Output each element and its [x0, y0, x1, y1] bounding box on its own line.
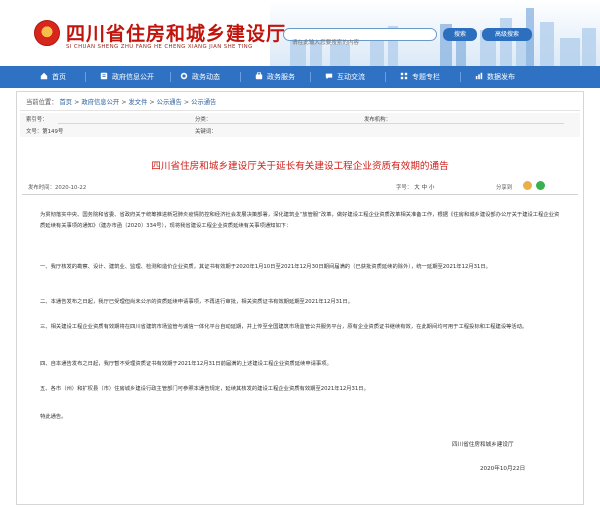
article-sign-date: 2020年10月22日: [480, 466, 526, 472]
paragraph-text: 一、我厅核发的勘察、设计、建筑业、监理、检测和造价企业资质，其证书有效期于202…: [40, 264, 491, 270]
breadcrumb-separator: >: [149, 99, 157, 106]
breadcrumb-item-notices-current[interactable]: 公示通告: [191, 99, 216, 106]
nav-item-gov-service[interactable]: 政务服务: [255, 66, 295, 88]
service-icon: [255, 72, 263, 80]
meta-docno-value: 第149号: [42, 129, 64, 135]
font-size-control: 字号：大中小: [396, 183, 434, 191]
meta-keywords: 关键词：: [195, 127, 217, 135]
main-nav: 首页 政府信息公开 政务动态 政务服务 互动交流 专题专栏 数据发布: [0, 66, 600, 88]
data-icon: [475, 72, 483, 80]
nav-divider: [170, 72, 171, 82]
breadcrumb-item-home[interactable]: 首页: [60, 99, 73, 106]
article-paragraph: 三、相关建设工程企业资质有效期将在四川省建筑市场监管与诚信一体化平台自动延期，并…: [40, 322, 560, 333]
publish-label: 发布时间：: [28, 185, 55, 191]
font-size-medium[interactable]: 中: [422, 185, 427, 191]
nav-divider: [85, 72, 86, 82]
article-paragraph: 一、我厅核发的勘察、设计、建筑业、监理、检测和造价企业资质，其证书有效期于202…: [40, 262, 560, 273]
info-icon: [100, 72, 108, 80]
article-signature: 四川省住房和城乡建设厅: [452, 442, 514, 448]
nav-divider: [385, 72, 386, 82]
nav-divider: [310, 72, 311, 82]
nav-item-topics[interactable]: 专题专栏: [400, 66, 440, 88]
breadcrumb-item-notices[interactable]: 公示通告: [157, 99, 182, 106]
share-label: 分享到: [496, 185, 513, 191]
article-paragraph: 五、各市（州）和扩权县（市）住房城乡建设行政主管部门可参照本通告规定，延续其核发…: [40, 384, 560, 395]
nav-item-label: 专题专栏: [412, 73, 440, 81]
search-button[interactable]: 搜索: [443, 28, 477, 41]
meta-index-label: 索引号：: [26, 117, 48, 123]
search-input[interactable]: [284, 37, 436, 49]
topic-icon: [400, 72, 408, 80]
national-emblem-icon: [34, 20, 60, 46]
paragraph-text: 二、本通告发布之日起，我厅已受理但尚未公示的资质延续申请事项，不再进行审批，相关…: [40, 299, 353, 305]
site-subtitle: SI CHUAN SHENG ZHU FANG HE CHENG XIANG J…: [66, 44, 253, 50]
paragraph-text: 五、各市（州）和扩权县（市）住房城乡建设行政主管部门可参照本通告规定，延续其核发…: [40, 386, 369, 392]
nav-item-label: 数据发布: [487, 73, 515, 81]
nav-item-data[interactable]: 数据发布: [475, 66, 515, 88]
paragraph-text: 特此通告。: [40, 414, 67, 420]
info-divider: [22, 194, 578, 195]
article-paragraph: 为贯彻落实中央、国务院和省委、省政府关于统筹推进新冠肺炎疫情防控和经济社会发展决…: [40, 210, 560, 232]
weibo-share-icon[interactable]: [523, 181, 532, 190]
font-size-small[interactable]: 小: [429, 185, 434, 191]
publish-info: 发布时间：2020-10-22: [28, 183, 86, 191]
breadcrumb-item-documents[interactable]: 发文件: [128, 99, 147, 106]
home-icon: [40, 72, 48, 80]
paragraph-text: 三、相关建设工程企业资质有效期将在四川省建筑市场监管与诚信一体化平台自动延期，并…: [40, 324, 528, 330]
breadcrumb-prefix: 当前位置：: [26, 99, 58, 106]
meta-issuer: 发布机构：: [364, 115, 391, 123]
nav-item-gov-news[interactable]: 政务动态: [180, 66, 220, 88]
article-paragraph: 二、本通告发布之日起，我厅已受理但尚未公示的资质延续申请事项，不再进行审批，相关…: [40, 297, 560, 308]
meta-keywords-label: 关键词：: [195, 129, 217, 135]
nav-item-gov-info[interactable]: 政府信息公开: [100, 66, 154, 88]
nav-item-label: 政府信息公开: [112, 73, 154, 81]
article-title: 四川省住房和城乡建设厅关于延长有关建设工程企业资质有效期的通告: [151, 161, 449, 172]
nav-item-interaction[interactable]: 互动交流: [325, 66, 365, 88]
advanced-search-button[interactable]: 高级搜索: [482, 28, 532, 41]
search-box: [283, 28, 437, 49]
nav-item-label: 首页: [52, 73, 66, 81]
news-icon: [180, 72, 188, 80]
publish-date: 2020-10-22: [54, 185, 87, 191]
site-header: 四川省住房和城乡建设厅 SI CHUAN SHENG ZHU FANG HE C…: [0, 0, 600, 66]
chat-icon: [325, 73, 333, 80]
paragraph-text: 为贯彻落实中央、国务院和省委、省政府关于统筹推进新冠肺炎疫情防控和经济社会发展决…: [40, 212, 560, 229]
nav-item-label: 政务服务: [267, 73, 295, 81]
article-paragraph: 四、自本通告发布之日起，我厅暂不受理资质证书有效期于2021年12月31日前届满…: [40, 359, 560, 370]
nav-item-label: 互动交流: [337, 73, 365, 81]
nav-item-home[interactable]: 首页: [40, 66, 66, 88]
breadcrumb-divider: [20, 110, 580, 111]
meta-docno-label: 文号：: [26, 129, 43, 135]
meta-docno: 文号：第149号: [26, 127, 63, 135]
font-size-large[interactable]: 大: [414, 185, 419, 191]
meta-divider: [58, 123, 564, 124]
wechat-share-icon[interactable]: [536, 181, 545, 190]
nav-item-label: 政务动态: [192, 73, 220, 81]
nav-divider: [460, 72, 461, 82]
paragraph-text: 四、自本通告发布之日起，我厅暂不受理资质证书有效期于2021年12月31日前届满…: [40, 361, 332, 367]
article-info-bar: 发布时间：2020-10-22 字号：大中小 分享到: [22, 181, 578, 191]
article-paragraph: 特此通告。: [40, 412, 560, 423]
site-title[interactable]: 四川省住房和城乡建设厅: [66, 19, 286, 46]
meta-category: 分类：: [195, 115, 211, 123]
font-size-label: 字号：: [396, 185, 413, 191]
breadcrumb: 当前位置： 首页 > 政府信息公开 > 发文件 > 公示通告 > 公示通告: [26, 97, 216, 106]
breadcrumb-item-gov-info[interactable]: 政府信息公开: [81, 99, 119, 106]
document-meta: [20, 113, 580, 137]
meta-index: 索引号：: [26, 115, 48, 123]
nav-divider: [240, 72, 241, 82]
